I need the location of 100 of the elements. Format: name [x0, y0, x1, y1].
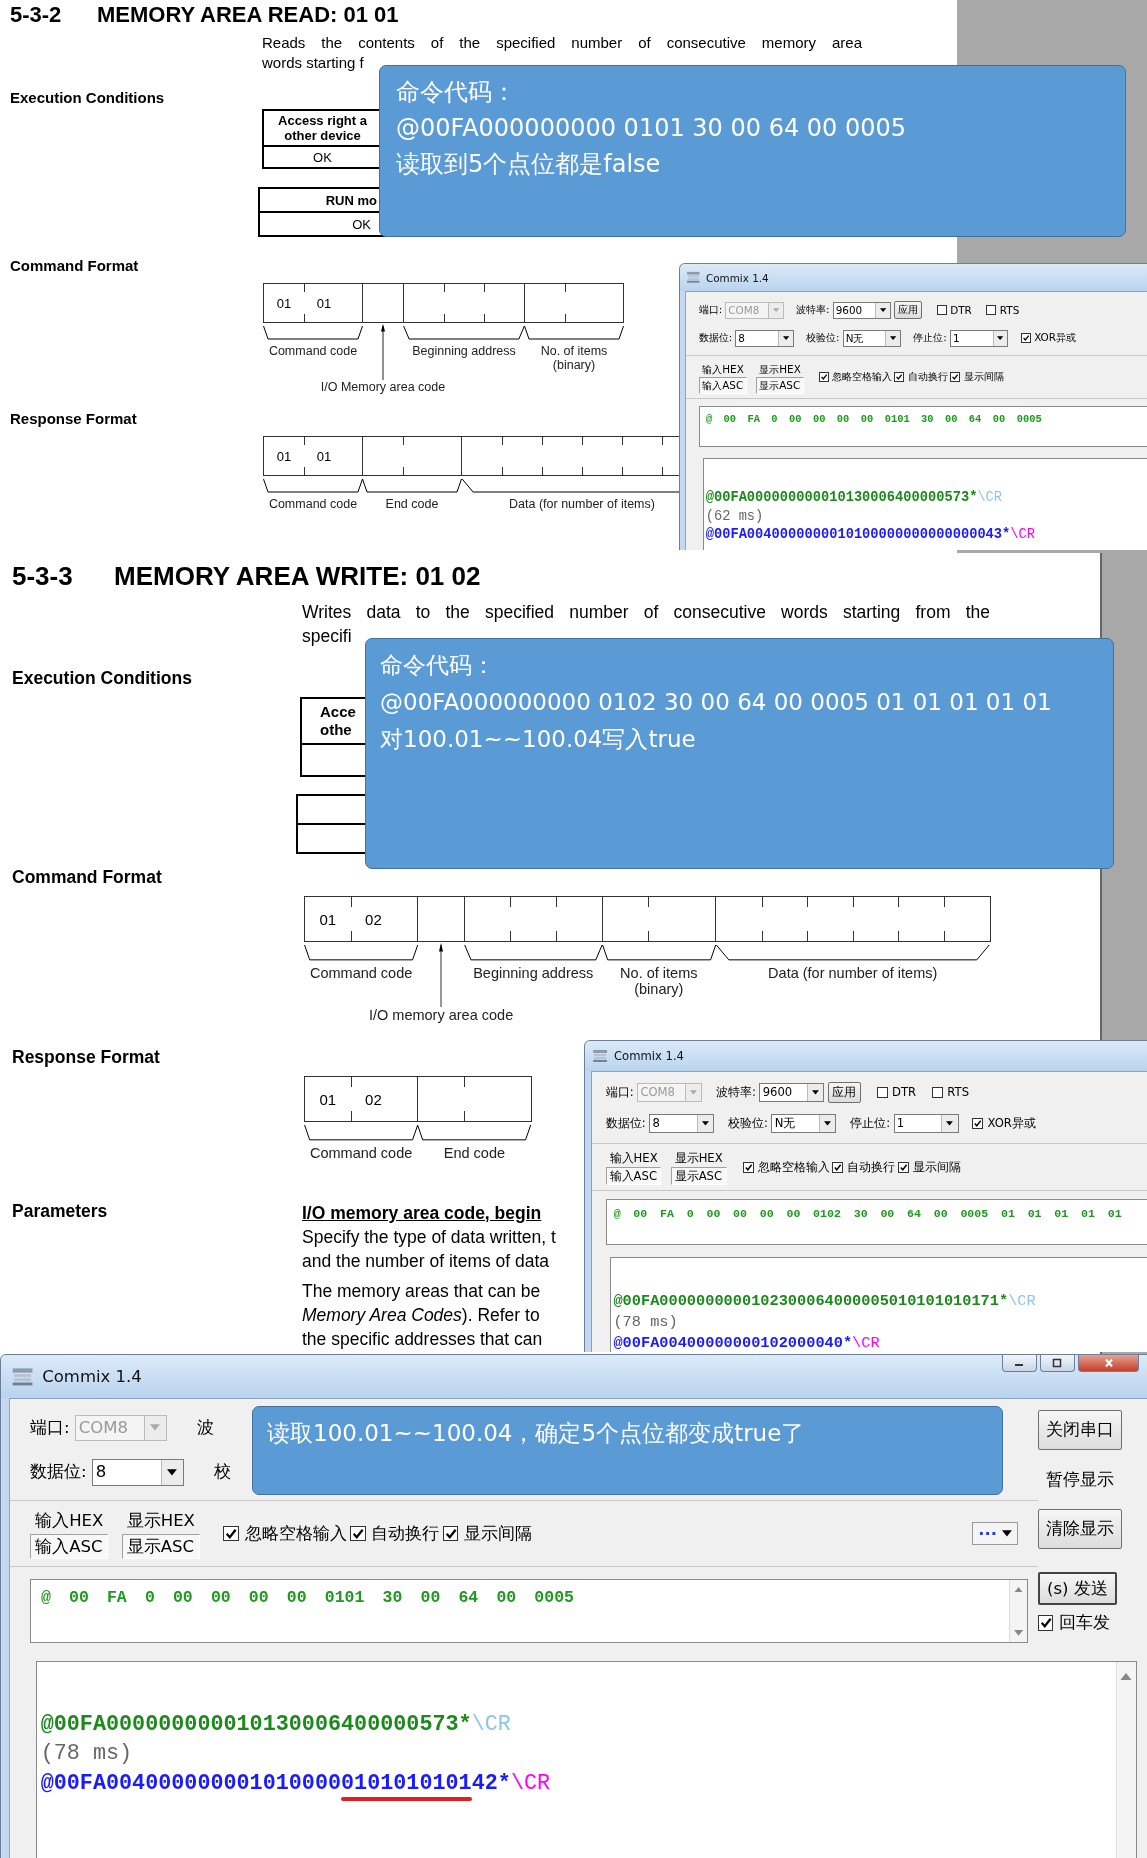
log-line: (78 ms): [40, 1740, 134, 1769]
checkbox[interactable]: [1037, 1614, 1054, 1631]
section-label: Response Format: [11, 1047, 161, 1069]
checkbox-label: DTR: [950, 304, 972, 317]
dropdown[interactable]: 8: [735, 330, 794, 347]
dropdown[interactable]: 9600: [832, 301, 891, 319]
parameter-text: and the number of items of data: [302, 1250, 551, 1273]
scrollbar[interactable]: [1116, 1661, 1136, 1858]
checkbox[interactable]: [972, 1118, 984, 1130]
mode-tab[interactable]: 显示ASC: [755, 377, 805, 394]
section-title: MEMORY AREA READ: 01 01: [97, 2, 399, 28]
caret-icon: [997, 336, 1004, 341]
log-line: @00FA000000000010130006400000573*\CR: [705, 489, 1004, 507]
dropdown[interactable]: N无: [842, 330, 901, 347]
dropdown[interactable]: N无: [771, 1114, 837, 1133]
minimize-button[interactable]: [1002, 1355, 1037, 1373]
dropdown[interactable]: 8: [91, 1459, 184, 1486]
mode-tab[interactable]: 输入HEX: [30, 1508, 109, 1534]
dropdown[interactable]: 1: [949, 330, 1009, 347]
callout-text: @00FA000000000 0102 30 00 64 00 0005 01 01 01 01 01: [380, 688, 1053, 717]
command-input[interactable]: @ 00 FA 0 00 00 00 00 0101 30 00 64 00 0005: [30, 1579, 1028, 1644]
send-button[interactable]: (s) 发送: [1037, 1572, 1118, 1606]
checkbox[interactable]: [1020, 333, 1031, 344]
section-number: 5-3-3: [12, 561, 74, 592]
setting-label: 停止位:: [913, 331, 947, 346]
field-label: I/O Memory area code: [320, 380, 446, 394]
field-label: End code: [384, 497, 440, 511]
setting-label: 端口:: [30, 1416, 70, 1439]
field-label: Data (for number of items): [767, 965, 939, 982]
maximize-button[interactable]: [1039, 1355, 1075, 1373]
scrollbar[interactable]: [1008, 1580, 1027, 1643]
checkbox[interactable]: [742, 1161, 754, 1173]
checkbox-label: DTR: [891, 1085, 917, 1100]
checkbox-label: RTS: [947, 1085, 969, 1100]
callout-text: 读取到5个点位都是false: [396, 149, 662, 180]
command-input[interactable]: @ 00 FA 0 00 00 00 00 0102 30 00 64 00 0005 01 01 01 01 01: [605, 1199, 1147, 1245]
side-button[interactable]: 暂停显示: [1037, 1466, 1123, 1493]
description-text: Writes data to the specified number of consecutive words starting from the: [302, 601, 990, 624]
checkbox[interactable]: [894, 372, 905, 383]
table-header-cell-text: Access right a other device: [277, 112, 368, 145]
section-label: Command Format: [9, 257, 140, 276]
checkbox[interactable]: [818, 372, 829, 383]
callout-text: 读取100.01~~100.04，确定5个点位都变成true了: [267, 1419, 806, 1448]
setting-label: 数据位:: [605, 1116, 646, 1132]
side-button[interactable]: 清除显示: [1037, 1509, 1123, 1549]
description-text: Reads the contents of the specified number of consecutive memory area: [262, 33, 862, 53]
pointer-arrow: [437, 943, 446, 1007]
parameter-heading: I/O memory area code, begin: [302, 1202, 543, 1225]
section-label: Parameters: [11, 1201, 109, 1223]
mode-tab[interactable]: 输入ASC: [30, 1533, 109, 1559]
dropdown[interactable]: 9600: [759, 1083, 825, 1102]
scroll-up-icon[interactable]: [1120, 1672, 1133, 1681]
pointer-arrow: [379, 324, 387, 380]
close-button[interactable]: [1077, 1355, 1140, 1373]
checkbox[interactable]: [986, 305, 997, 316]
dropdown[interactable]: 1: [893, 1114, 959, 1133]
code-value: 02: [365, 1090, 382, 1108]
code-value: 01: [319, 910, 337, 928]
checkbox[interactable]: [936, 305, 947, 316]
dropdown[interactable]: 8: [649, 1114, 715, 1133]
more-dropdown[interactable]: ···: [972, 1521, 1018, 1546]
setting-label: 校: [213, 1461, 231, 1484]
scroll-down-icon[interactable]: [1013, 1630, 1023, 1636]
code-value: 02: [365, 910, 382, 928]
parameter-text: Specify the type of data written, t: [302, 1226, 556, 1249]
checkbox-label: XOR异或: [1034, 331, 1076, 346]
command-input[interactable]: @ 00 FA 0 00 00 00 00 0101 30 00 64 00 0005: [698, 406, 1147, 447]
field-label: Command code: [267, 344, 359, 358]
checkbox-label: 显示间隔: [912, 1159, 961, 1175]
log-line: @00FA00400000000102000040*\CR: [613, 1332, 881, 1352]
mode-tab[interactable]: 输入ASC: [698, 377, 748, 394]
checkbox[interactable]: [349, 1525, 366, 1542]
mode-tab[interactable]: 输入HEX: [698, 360, 748, 378]
code-value: 01: [319, 1090, 337, 1108]
callout-text: 对100.01~~100.04写入true: [380, 725, 697, 754]
checkbox[interactable]: [223, 1525, 239, 1542]
caret-icon: [772, 308, 779, 313]
checkbox[interactable]: [876, 1086, 888, 1098]
app-icon: [591, 1049, 609, 1064]
mode-tab[interactable]: 显示HEX: [670, 1148, 727, 1168]
apply-button[interactable]: 应用: [827, 1082, 861, 1103]
setting-label: 波特率:: [796, 303, 830, 318]
side-button[interactable]: 关闭串口: [1037, 1410, 1123, 1451]
setting-label: 波: [196, 1416, 214, 1439]
mode-tab[interactable]: 显示ASC: [670, 1167, 727, 1186]
mode-tab[interactable]: 显示HEX: [121, 1508, 200, 1534]
mode-tab[interactable]: 输入ASC: [605, 1167, 662, 1186]
checkbox-label: 忽略空格输入: [757, 1159, 830, 1175]
checkbox[interactable]: [832, 1161, 844, 1173]
field-label: End code: [442, 1145, 507, 1162]
checkbox[interactable]: [897, 1161, 909, 1173]
apply-button[interactable]: 应用: [893, 301, 923, 320]
mode-tab[interactable]: 显示HEX: [755, 360, 805, 378]
checkbox[interactable]: [442, 1525, 459, 1542]
mode-tab[interactable]: 显示ASC: [121, 1533, 200, 1559]
scroll-up-icon[interactable]: [1013, 1586, 1023, 1593]
checkbox[interactable]: [950, 372, 960, 383]
checkbox[interactable]: [932, 1086, 944, 1098]
caret-icon: [690, 1090, 697, 1095]
mode-tab[interactable]: 输入HEX: [605, 1148, 662, 1168]
